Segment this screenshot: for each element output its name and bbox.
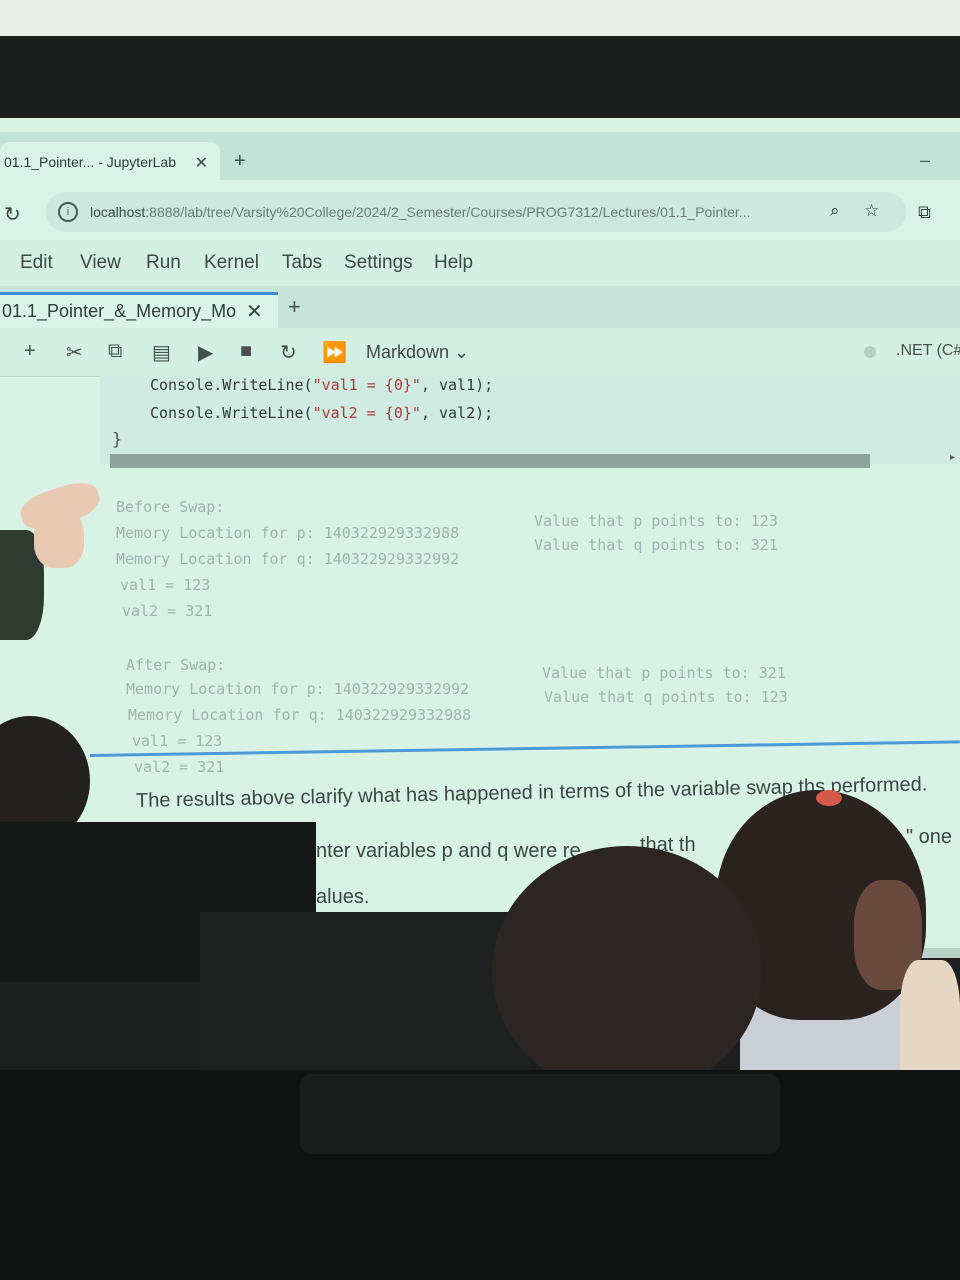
hair-scrunchie (816, 790, 842, 806)
close-icon[interactable]: ✕ (195, 153, 208, 173)
pointing-hand-palm (34, 510, 84, 568)
output-line: Memory Location for q: 140322929332992 (116, 550, 460, 568)
menu-view[interactable]: View (80, 252, 121, 274)
output-line: Before Swap: (116, 498, 225, 516)
code-text: , val2); (420, 404, 494, 422)
markdown-line-3: alues. (316, 886, 370, 908)
cut-icon[interactable]: ✂ (66, 340, 83, 365)
menu-tabs[interactable]: Tabs (282, 252, 322, 274)
zoom-icon[interactable]: ⌕ (830, 201, 840, 221)
copy-icon[interactable]: ⧉ (108, 340, 122, 363)
address-bar[interactable]: i localhost:8888/lab/tree/Varsity%20Coll… (46, 192, 906, 232)
code-brace: } (112, 430, 123, 450)
notebook-tab[interactable]: 01.1_Pointer_&_Memory_Mo ✕ (0, 292, 278, 328)
kernel-name[interactable]: .NET (C# (896, 342, 960, 360)
new-tab-button[interactable]: + (234, 150, 246, 173)
code-line-1: Console.WriteLine("val1 = {0}", val1); (150, 376, 493, 394)
browser-tab-strip: 01.1_Pointer... - JupyterLab ✕ + – (0, 132, 960, 182)
output-line: Value that p points to: 123 (534, 512, 778, 530)
output-line: Value that q points to: 123 (544, 688, 788, 706)
url-path: :8888/lab/tree/Varsity%20College/2024/2_… (145, 204, 751, 220)
output-line: Value that p points to: 321 (542, 664, 786, 682)
run-icon[interactable]: ▶ (198, 340, 213, 365)
menu-run[interactable]: Run (146, 252, 181, 274)
output-line: Value that q points to: 321 (534, 536, 778, 554)
output-line: val2 = 321 (122, 602, 213, 620)
markdown-line-2: nter variables p and q were re (316, 840, 581, 863)
code-text: Console.WriteLine( (150, 404, 313, 422)
jupyter-menubar: Edit View Run Kernel Tabs Settings Help (0, 240, 960, 286)
new-launcher-button[interactable]: + (288, 294, 301, 320)
info-icon[interactable]: i (58, 202, 78, 222)
kernel-status-icon (864, 346, 876, 358)
projector-screen-border (0, 36, 960, 120)
cell-type-label: Markdown (366, 342, 450, 362)
minimize-icon[interactable]: – (920, 150, 930, 171)
code-cell[interactable]: Console.WriteLine("val1 = {0}", val1); C… (100, 376, 960, 464)
output-line: After Swap: (126, 656, 226, 674)
notebook-tab-title: 01.1_Pointer_&_Memory_Mo (2, 301, 237, 321)
menu-edit[interactable]: Edit (20, 252, 53, 274)
chevron-down-icon: ⌄ (454, 342, 470, 362)
output-line: val1 = 123 (120, 576, 211, 594)
markdown-text: The results above clarify what has happe… (135, 775, 816, 812)
menu-help[interactable]: Help (434, 252, 473, 274)
stop-icon[interactable]: ■ (240, 340, 252, 363)
code-line-2: Console.WriteLine("val2 = {0}", val2); (150, 404, 493, 422)
scroll-right-icon[interactable]: ▸ (950, 452, 955, 463)
paste-icon[interactable]: ▤ (152, 340, 171, 365)
code-string: "val2 = {0}" (312, 404, 421, 422)
menu-settings[interactable]: Settings (344, 252, 413, 274)
url-text: localhost:8888/lab/tree/Varsity%20Colleg… (90, 204, 820, 220)
extensions-icon[interactable]: ⧉ (918, 202, 931, 223)
browser-tab[interactable]: 01.1_Pointer... - JupyterLab ✕ (0, 142, 220, 182)
browser-toolbar: ↻ i localhost:8888/lab/tree/Varsity%20Co… (0, 180, 960, 240)
close-icon[interactable]: ✕ (246, 299, 263, 324)
add-cell-icon[interactable]: + (24, 340, 36, 363)
markdown-text: nter variables p and q were re (316, 840, 581, 862)
output-line: Memory Location for p: 140322929332992 (126, 680, 470, 698)
room-wall (0, 0, 960, 36)
markdown-line-2c: " one (906, 826, 953, 848)
browser-tab-title: 01.1_Pointer... - JupyterLab (4, 154, 176, 170)
output-line: Memory Location for q: 140322929332988 (128, 706, 472, 724)
cell-type-dropdown[interactable]: Markdown ⌄ (366, 342, 469, 363)
fast-forward-icon[interactable]: ⏩ (322, 340, 347, 365)
output-line: Memory Location for p: 140322929332988 (116, 524, 460, 542)
output-line: val2 = 321 (134, 758, 225, 776)
code-string: "val1 = {0}" (312, 376, 421, 394)
code-text: Console.WriteLine( (150, 376, 313, 394)
star-icon[interactable]: ☆ (864, 201, 879, 221)
audience-head-center (492, 846, 762, 1096)
reload-icon[interactable]: ↻ (4, 202, 21, 227)
output-line: val1 = 123 (132, 732, 223, 750)
notebook-toolbar: + ✂ ⧉ ▤ ▶ ■ ↻ ⏩ Markdown ⌄ .NET (C# (0, 328, 960, 377)
document-tab-bar: 01.1_Pointer_&_Memory_Mo ✕ + (0, 286, 960, 328)
desk-monitor-front (300, 1074, 780, 1154)
menu-kernel[interactable]: Kernel (204, 252, 259, 274)
horizontal-scrollbar[interactable] (110, 454, 870, 468)
restart-icon[interactable]: ↻ (280, 340, 297, 365)
url-host: localhost (90, 204, 146, 220)
code-text: , val1); (420, 376, 494, 394)
